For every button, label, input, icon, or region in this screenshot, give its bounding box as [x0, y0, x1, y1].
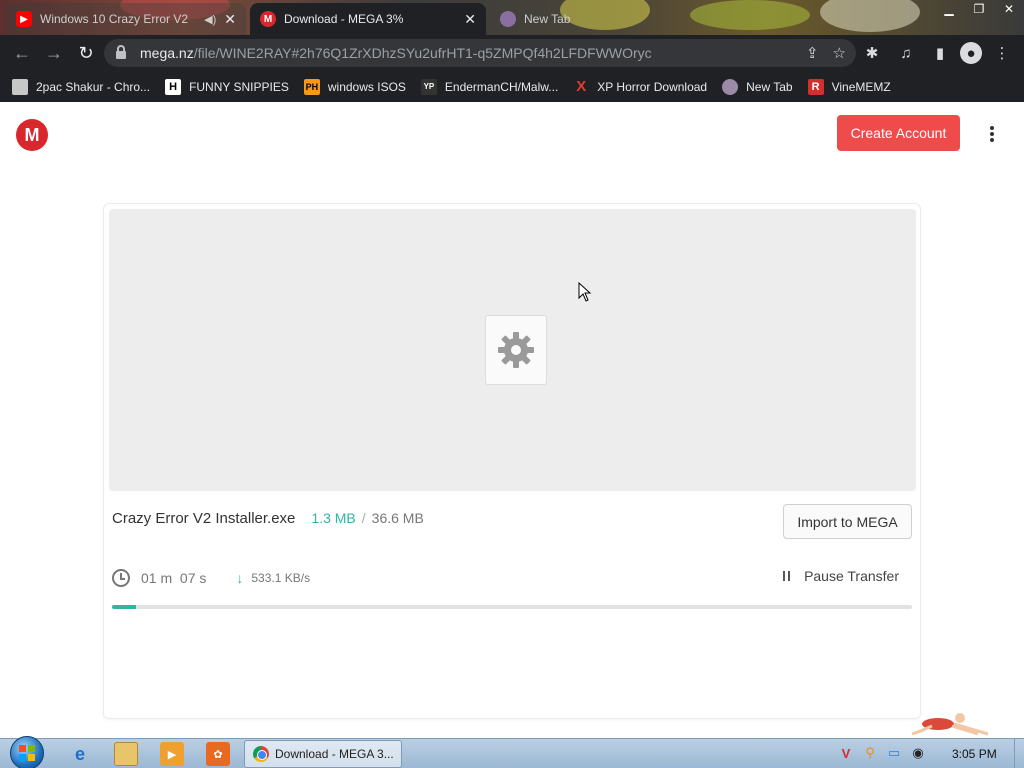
download-card: Crazy Error V2 Installer.exe 1.3 MB / 36…: [103, 203, 921, 719]
more-menu-icon[interactable]: [982, 122, 1002, 146]
new-tab-icon: [500, 11, 516, 27]
bookmark-item[interactable]: New Tab: [722, 78, 793, 95]
tab-mega-download[interactable]: M Download - MEGA 3% ✕: [250, 3, 486, 35]
bookmark-item[interactable]: X XP Horror Download: [573, 78, 708, 95]
system-tray: V ⚲ ▭ ◉: [838, 745, 926, 761]
mega-logo[interactable]: M: [16, 119, 48, 151]
bookmark-label: 2pac Shakur - Chro...: [36, 79, 151, 94]
browser-tab-strip: ▶ Windows 10 Crazy Error V2 ◀) ✕ M Downl…: [0, 0, 1024, 35]
wallpaper-splat: [690, 0, 810, 30]
forward-button[interactable]: →: [38, 37, 70, 69]
download-speed: 533.1 KB/s: [251, 571, 311, 585]
mega-icon: M: [260, 11, 276, 27]
back-button[interactable]: ←: [6, 37, 38, 69]
bookmark-item[interactable]: PH windows ISOS: [303, 78, 406, 95]
bookmark-item[interactable]: H FUNNY SNIPPIES: [165, 78, 289, 95]
wallpaper-splat: [820, 0, 920, 32]
file-preview: [109, 209, 916, 491]
close-tab-icon[interactable]: ✕: [464, 11, 476, 28]
bookmark-label: windows ISOS: [327, 79, 406, 94]
side-panel-icon[interactable]: ▮: [926, 39, 954, 67]
extensions-icon[interactable]: ✱: [858, 39, 886, 67]
bookmark-item[interactable]: R VineMEMZ: [807, 78, 891, 95]
chrome-icon: [253, 746, 269, 762]
address-bar[interactable]: mega.nz/file/WINE2RAY#2h76Q1ZrXDhzSYu2uf…: [104, 39, 856, 67]
lock-icon[interactable]: [116, 45, 126, 59]
start-button[interactable]: [10, 736, 44, 768]
close-tab-icon[interactable]: ✕: [224, 11, 236, 28]
bookmark-label: VineMEMZ: [831, 79, 891, 94]
windows-taskbar: e ▶ ✿ Download - MEGA 3... V ⚲ ▭ ◉ 3:05 …: [0, 736, 1024, 768]
total-size: 36.6 MB: [371, 510, 424, 526]
bookmark-item[interactable]: 2pac Shakur - Chro...: [12, 78, 151, 95]
paint-icon[interactable]: ✿: [206, 742, 230, 766]
r-icon: R: [807, 78, 824, 95]
gear-icon: [498, 332, 534, 368]
tray-search-icon[interactable]: ⚲: [862, 745, 878, 761]
create-account-button[interactable]: Create Account: [837, 115, 960, 151]
audio-icon[interactable]: ◀): [204, 13, 216, 26]
tab-title: Windows 10 Crazy Error V2: [40, 12, 189, 26]
bookmark-label: XP Horror Download: [597, 79, 708, 94]
taskbar-chrome-window[interactable]: Download - MEGA 3...: [244, 740, 402, 768]
browser-toolbar: ← → ↻ mega.nz/file/WINE2RAY#2h76Q1ZrXDhz…: [0, 35, 1024, 71]
chrome-menu-icon[interactable]: ⋮: [988, 39, 1016, 67]
ph-icon: PH: [303, 78, 320, 95]
tray-volume-icon[interactable]: ◉: [910, 745, 926, 761]
size-separator: /: [361, 510, 366, 526]
media-playlist-icon[interactable]: ♫: [892, 39, 920, 67]
pause-transfer-button[interactable]: Pause Transfer: [783, 568, 899, 584]
tab-youtube[interactable]: ▶ Windows 10 Crazy Error V2 ◀) ✕: [6, 3, 246, 35]
bookmark-star-icon[interactable]: ☆: [833, 44, 846, 62]
tab-new-tab[interactable]: New Tab: [490, 3, 650, 35]
transfer-status: 01 m 07 s ↓ 533.1 KB/s Pause Transfer: [112, 564, 912, 592]
profile-avatar-icon[interactable]: ●: [960, 42, 982, 64]
file-name: Crazy Error V2 Installer.exe: [112, 510, 296, 527]
mouse-cursor-icon: [578, 282, 592, 302]
import-to-mega-button[interactable]: Import to MEGA: [783, 504, 912, 539]
reload-button[interactable]: ↻: [70, 37, 102, 69]
file-info: Crazy Error V2 Installer.exe 1.3 MB / 36…: [112, 510, 424, 527]
taskbar-window-title: Download - MEGA 3...: [275, 747, 394, 761]
share-icon[interactable]: ⇪: [806, 44, 819, 62]
file-type-box: [485, 315, 547, 385]
tray-monitor-icon[interactable]: ▭: [886, 745, 902, 761]
media-player-icon[interactable]: ▶: [160, 742, 184, 766]
url-text: mega.nz/file/WINE2RAY#2h76Q1ZrXDhzSYu2uf…: [140, 45, 652, 61]
mega-page: M Create Account Crazy Error V2 Installe…: [0, 102, 1024, 738]
desktop-dancer-gadget: [911, 713, 989, 736]
internet-explorer-icon[interactable]: e: [68, 742, 92, 766]
time-remaining: 01 m 07 s: [141, 570, 207, 586]
globe-icon: [722, 78, 739, 95]
yp-icon: YP: [420, 78, 437, 95]
file-explorer-icon[interactable]: [114, 742, 138, 766]
download-progress-bar: [112, 605, 912, 609]
bookmark-label: New Tab: [746, 79, 793, 94]
downloaded-size: 1.3 MB: [311, 510, 356, 526]
show-desktop-button[interactable]: [1014, 739, 1024, 768]
youtube-icon: ▶: [16, 11, 32, 27]
bookmark-label: FUNNY SNIPPIES: [189, 79, 289, 94]
windows-logo-icon: [19, 745, 35, 761]
bookmarks-bar: 2pac Shakur - Chro... H FUNNY SNIPPIES P…: [0, 71, 1024, 102]
progress-fill: [112, 605, 136, 609]
restore-icon[interactable]: ❐: [964, 0, 994, 20]
download-arrow-icon: ↓: [236, 570, 244, 586]
bookmark-bag-icon: [12, 78, 28, 95]
system-clock[interactable]: 3:05 PM: [952, 747, 997, 761]
x-icon: X: [576, 78, 587, 95]
close-window-icon[interactable]: ✕: [994, 0, 1024, 20]
pause-icon: [783, 571, 791, 581]
clock-icon: [112, 569, 130, 587]
bookmark-label: EndermanCH/Malw...: [444, 79, 559, 94]
tab-title: Download - MEGA 3%: [284, 12, 404, 26]
minimize-icon[interactable]: ▁: [934, 0, 964, 20]
h-icon: H: [165, 78, 182, 95]
tray-v-icon[interactable]: V: [838, 745, 854, 761]
bookmark-item[interactable]: YP EndermanCH/Malw...: [420, 78, 559, 95]
window-controls: ▁ ❐ ✕: [934, 0, 1024, 20]
pause-label: Pause Transfer: [804, 568, 899, 584]
tab-title: New Tab: [524, 12, 571, 26]
